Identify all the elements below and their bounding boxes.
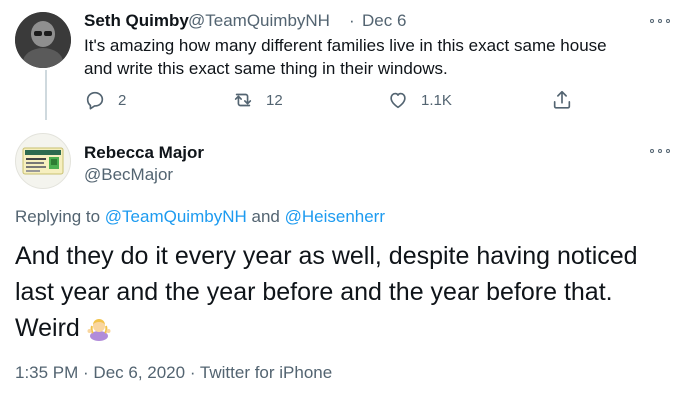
parent-text-line2: and write this exact same thing in their… (84, 59, 448, 78)
main-text-line1: And they do it every year as well, despi… (15, 242, 638, 270)
avatar-id-card-image (22, 147, 64, 175)
main-tweet-text: And they do it every year as well, despi… (15, 238, 675, 346)
retweet-count: 12 (266, 91, 283, 109)
retweet-button[interactable]: 12 (232, 88, 283, 112)
parent-more-icon[interactable] (650, 16, 670, 26)
like-count: 1.1K (421, 91, 452, 109)
heart-icon (390, 92, 406, 109)
tweet-timestamp[interactable]: 1:35 PM · Dec 6, 2020 (15, 363, 185, 382)
parent-date[interactable]: Dec 6 (362, 11, 406, 31)
share-button[interactable] (551, 88, 573, 112)
tweet-meta-line: 1:35 PM · Dec 6, 2020 · Twitter for iPho… (15, 363, 332, 383)
main-text-line3-row: Weird (15, 310, 675, 346)
main-more-icon[interactable] (650, 146, 670, 156)
replying-to-link-heisenherr[interactable]: @Heisenherr (285, 207, 385, 226)
replying-prefix: Replying to (15, 207, 101, 226)
woman-shrugging-emoji-icon (87, 319, 111, 341)
share-icon (553, 90, 571, 109)
replying-and: and (251, 207, 280, 226)
reply-button[interactable]: 2 (84, 88, 126, 112)
main-author-name[interactable]: Rebecca Major (84, 143, 204, 163)
main-text-line3: Weird (15, 314, 80, 342)
parent-author-name[interactable]: Seth Quimby (84, 11, 189, 31)
reply-icon (86, 91, 104, 110)
main-author-handle[interactable]: @BecMajor (84, 165, 173, 185)
seth-quimby-avatar[interactable] (15, 12, 71, 68)
replying-to-link-teamquimbynh[interactable]: @TeamQuimbyNH (105, 207, 247, 226)
tweet-source[interactable]: Twitter for iPhone (200, 363, 332, 382)
meta-separator: · (189, 363, 196, 382)
rebecca-major-avatar[interactable] (15, 133, 71, 189)
replying-to-line: Replying to @TeamQuimbyNH and @Heisenher… (15, 207, 385, 227)
retweet-icon (234, 93, 252, 107)
parent-text-line1: It's amazing how many different families… (84, 36, 607, 55)
reply-count: 2 (118, 91, 127, 109)
parent-separator: · (349, 11, 355, 30)
avatar-photo (15, 12, 71, 68)
parent-author-handle[interactable]: @TeamQuimbyNH (188, 11, 330, 31)
main-text-line2: last year and the year before and the ye… (15, 278, 613, 306)
thread-connector-line (45, 70, 47, 120)
like-button[interactable]: 1.1K (387, 88, 452, 112)
